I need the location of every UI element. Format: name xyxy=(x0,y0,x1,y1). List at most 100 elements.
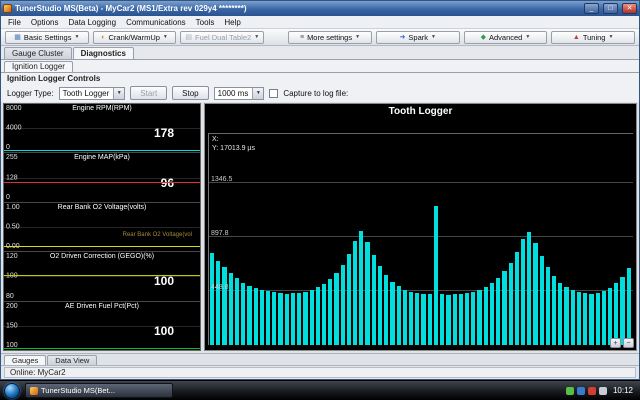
menu-help[interactable]: Help xyxy=(219,18,245,27)
cursor-y-readout: Y: 17013.9 µs xyxy=(212,145,255,152)
tooth-bar xyxy=(589,293,594,345)
gauge-title: AE Driven Fuel Pct(Pct) xyxy=(65,302,139,310)
tooth-logger-plot[interactable]: X: Y: 17013.9 µs 448.8 897.8 1346.5 xyxy=(208,133,633,345)
tooth-bar xyxy=(427,294,432,345)
tab-ignition-logger[interactable]: Ignition Logger xyxy=(4,61,73,72)
maximize-button[interactable]: □ xyxy=(603,3,618,14)
gauge-strip-o2-driven-correction-gego[interactable]: O2 Driven Correction (GEGO)(%) 120 100 80 10… xyxy=(4,252,200,302)
menu-file[interactable]: File xyxy=(3,18,26,27)
tooth-bar xyxy=(278,293,283,345)
bottom-tab-data-view[interactable]: Data View xyxy=(47,355,98,365)
close-button[interactable]: ✕ xyxy=(622,3,637,14)
menu-communications[interactable]: Communications xyxy=(121,18,191,27)
zoom-in-button[interactable]: + xyxy=(610,338,621,348)
tray-status-green-icon[interactable] xyxy=(565,386,574,395)
taskbar-item-tunerstudio[interactable]: TunerStudio MS(Bet... xyxy=(25,383,173,398)
tab-gauge-cluster[interactable]: Gauge Cluster xyxy=(4,47,72,59)
title-bar[interactable]: TunerStudio MS(Beta) - MyCar2 (MS1/Extra… xyxy=(1,1,639,16)
taskbar: TunerStudio MS(Bet... 10:12 xyxy=(0,380,640,400)
tooth-bar xyxy=(365,241,370,345)
tooth-logger-panel: Tooth Logger X: Y: 17013.9 µs 448.8 897.8… xyxy=(204,103,637,351)
menu-options[interactable]: Options xyxy=(26,18,64,27)
main-tab-row: Gauge Cluster Diagnostics xyxy=(1,46,639,60)
tooth-bar xyxy=(464,292,470,345)
tooth-bar xyxy=(384,275,389,345)
tooth-bar xyxy=(371,254,376,345)
toolbar-button-label: Basic Settings xyxy=(23,32,72,42)
gauge-title: Engine RPM(RPM) xyxy=(72,105,132,112)
taskbar-clock[interactable]: 10:12 xyxy=(610,386,636,395)
toolbar-button-spark[interactable]: ➜ Spark ▼ xyxy=(375,30,460,44)
tooth-bar xyxy=(340,264,345,345)
toolbar: ▦ Basic Settings ▼ ◐ Crank/WarmUp ▼ ▤ Fuel Dual… xyxy=(1,29,639,46)
gauge-scale-min: 0 xyxy=(6,193,10,201)
menu-data-logging[interactable]: Data Logging xyxy=(63,18,121,27)
toolbar-button-advanced[interactable]: ◆ Advanced ▼ xyxy=(463,30,548,44)
tray-volume-icon[interactable] xyxy=(598,386,607,395)
zoom-out-button[interactable]: − xyxy=(623,338,634,348)
chevron-down-icon[interactable]: ▼ xyxy=(252,87,264,99)
gauge-scale-max: 1.00 xyxy=(6,203,20,211)
tooth-bars xyxy=(210,134,633,345)
toolbar-button-label: Tuning xyxy=(582,32,606,42)
chart-ytick-label: 448.8 xyxy=(211,283,229,291)
gauge-strip-engine-map-kpa[interactable]: Engine MAP(kPa) 255 128 0 96 xyxy=(4,153,200,203)
tooth-bar xyxy=(489,283,495,345)
tab-diagnostics[interactable]: Diagnostics xyxy=(72,47,134,59)
start-button[interactable]: Start xyxy=(130,86,168,100)
bottom-tab-gauges[interactable]: Gauges xyxy=(4,355,47,365)
gauge-scale-max: 255 xyxy=(6,154,18,162)
minimize-button[interactable]: _ xyxy=(584,3,599,14)
tooth-bar xyxy=(290,293,296,345)
tooth-bar xyxy=(297,292,302,345)
gauge-strip-ae-driven-fuel-pct-pct[interactable]: AE Driven Fuel Pct(Pct) 200 150 100 100 xyxy=(4,302,200,350)
advanced-icon: ◆ xyxy=(480,33,486,41)
tooth-bar xyxy=(527,231,532,345)
tooth-bar xyxy=(477,289,482,345)
toolbar-button-basic-settings[interactable]: ▦ Basic Settings ▼ xyxy=(5,30,89,44)
tray-network-icon[interactable] xyxy=(576,386,585,395)
gauge-value: 100 xyxy=(153,323,174,338)
interval-select[interactable]: 1000 ms ▼ xyxy=(213,86,265,100)
bottom-tab-row: Gauges Data View xyxy=(1,353,639,365)
main-content: Engine RPM(RPM) 8000 4000 0 178 Engine MAP(kP… xyxy=(1,102,639,353)
desktop: TunerStudio MS(Beta) - MyCar2 (MS1/Extra… xyxy=(0,0,640,400)
tray-alert-icon[interactable] xyxy=(587,386,596,395)
app-icon xyxy=(3,4,12,13)
toolbar-button-tuning[interactable]: ▲ Tuning ▼ xyxy=(551,30,636,44)
chart-zoom-controls: + − xyxy=(610,338,634,348)
capture-to-log-checkbox[interactable] xyxy=(269,88,279,98)
menu-tools[interactable]: Tools xyxy=(191,18,220,27)
tooth-bar xyxy=(539,256,544,345)
toolbar-button-crank-warmup[interactable]: ◐ Crank/WarmUp ▼ xyxy=(92,30,177,44)
tooth-bar xyxy=(433,206,439,345)
logger-type-value: Tooth Logger xyxy=(62,88,110,98)
toolbar-button-label: Spark xyxy=(408,32,428,42)
gauge-title: Rear Bank O2 Voltage(volts) xyxy=(57,203,147,211)
toolbar-button-fuel-dual-table2[interactable]: ▤ Fuel Dual Table2 ▼ xyxy=(180,30,265,44)
logger-type-select[interactable]: Tooth Logger ▼ xyxy=(58,86,126,100)
interval-value: 1000 ms xyxy=(217,88,249,98)
gauge-strip-panel: Engine RPM(RPM) 8000 4000 0 178 Engine MAP(kP… xyxy=(3,103,201,351)
tooth-bar xyxy=(496,277,501,345)
tooth-bar xyxy=(328,278,333,345)
tooth-bar xyxy=(608,288,613,345)
tooth-bar xyxy=(228,273,233,345)
menu-bar: File Options Data Logging Communications Too… xyxy=(1,16,639,29)
stop-button[interactable]: Stop xyxy=(172,86,209,100)
tooth-bar xyxy=(421,293,426,345)
toolbar-button-label: More settings xyxy=(307,32,353,42)
start-button[interactable] xyxy=(4,382,20,399)
gauge-strip-rear-bank-o2-voltage-volts[interactable]: Rear Bank O2 Voltage(volts)1.000.500.00R… xyxy=(4,203,200,253)
tooth-bar xyxy=(452,294,457,345)
chart-ytick-label: 1346.5 xyxy=(211,175,233,183)
gauge-scale-mid: 0.50 xyxy=(6,223,20,231)
app-window: TunerStudio MS(Beta) - MyCar2 (MS1/Extra… xyxy=(0,0,640,380)
tooth-bar xyxy=(359,231,364,345)
chevron-down-icon[interactable]: ▼ xyxy=(113,87,125,99)
gauge-strip-engine-rpm-rpm[interactable]: Engine RPM(RPM) 8000 4000 0 178 xyxy=(4,104,200,154)
toolbar-button-more-settings[interactable]: ≡ More settings ▼ xyxy=(288,30,372,44)
tooth-bar xyxy=(303,291,308,345)
logger-controls-row: Logger Type: Tooth Logger ▼ Start Stop 1… xyxy=(1,84,639,102)
chevron-down-icon: ▼ xyxy=(430,34,436,40)
